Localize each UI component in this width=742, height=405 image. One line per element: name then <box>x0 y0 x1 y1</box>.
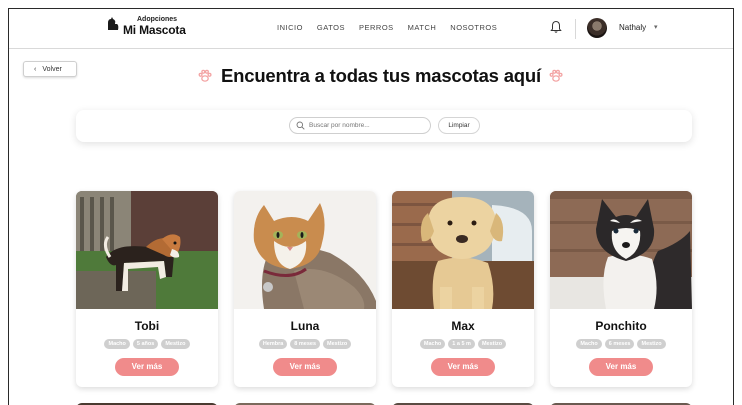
view-more-button[interactable]: Ver más <box>273 358 337 376</box>
pet-tag-age: 5 años <box>132 339 159 349</box>
top-navigation-bar: Adopciones Mi Mascota INICIO GATOS PERRO… <box>9 9 733 49</box>
pet-photo <box>550 191 692 309</box>
clear-button[interactable]: Limpiar <box>438 117 480 134</box>
brand-tagline: Adopciones <box>137 16 178 23</box>
search-icon <box>296 117 309 135</box>
main-nav: INICIO GATOS PERROS MATCH NOSOTROS <box>277 23 511 32</box>
pet-tags: Macho 6 meses Mestizo <box>550 339 692 349</box>
pet-tag-breed: Mestizo <box>477 339 507 349</box>
pet-tag-age: 1 a 5 m <box>448 339 475 349</box>
pet-silhouette-icon <box>105 17 121 31</box>
pet-tags: Macho 5 años Mestizo <box>76 339 218 349</box>
search-input[interactable] <box>309 122 419 129</box>
nav-item-perros[interactable]: PERROS <box>359 23 394 32</box>
chevron-down-icon[interactable]: ▾ <box>654 23 658 31</box>
paw-icon <box>548 68 564 84</box>
pet-tag-age: 8 meses <box>290 339 321 349</box>
page-heading: Encuentra a todas tus mascotas aquí <box>197 65 564 87</box>
pet-photo <box>234 191 376 309</box>
pet-tag-sex: Macho <box>104 339 130 349</box>
pet-photo <box>392 191 534 309</box>
nav-item-gatos[interactable]: GATOS <box>317 23 345 32</box>
nav-item-nosotros[interactable]: NOSOTROS <box>450 23 497 32</box>
nav-item-match[interactable]: MATCH <box>408 23 437 32</box>
pet-name: Ponchito <box>595 319 647 333</box>
avatar[interactable] <box>587 18 607 38</box>
page-title: Encuentra a todas tus mascotas aquí <box>221 65 541 86</box>
pet-name: Tobi <box>134 319 160 333</box>
brand-logo[interactable]: Adopciones Mi Mascota <box>105 16 186 37</box>
pet-tags: Macho 1 a 5 m Mestizo <box>392 339 534 349</box>
paw-icon <box>197 68 213 84</box>
pet-card: Max Macho 1 a 5 m Mestizo Ver más <box>392 191 534 387</box>
back-button-label: Volver <box>42 65 62 73</box>
pet-card: Luna Hembra 8 meses Mestizo Ver más <box>234 191 376 387</box>
pet-tag-age: 6 meses <box>604 339 635 349</box>
pet-tag-breed: Mestizo <box>161 339 190 349</box>
chevron-left-icon: ‹ <box>34 65 37 73</box>
search-panel: Limpiar <box>76 110 692 142</box>
pet-tags: Hembra 8 meses Mestizo <box>234 339 376 349</box>
view-more-button[interactable]: Ver más <box>431 358 495 376</box>
back-button[interactable]: ‹ Volver <box>23 61 77 77</box>
view-more-button[interactable]: Ver más <box>115 358 179 376</box>
pet-name: Max <box>451 319 475 333</box>
brand-name: Mi Mascota <box>123 23 186 37</box>
pet-tag-sex: Macho <box>419 339 446 349</box>
pet-tag-sex: Hembra <box>258 339 288 349</box>
app-frame: Adopciones Mi Mascota INICIO GATOS PERRO… <box>8 8 734 405</box>
pet-tag-breed: Mestizo <box>323 339 352 349</box>
view-more-button[interactable]: Ver más <box>589 358 653 376</box>
divider <box>575 19 576 39</box>
pet-card: Tobi Macho 5 años Mestizo Ver más <box>76 191 218 387</box>
nav-item-inicio[interactable]: INICIO <box>277 23 303 32</box>
search-field[interactable] <box>289 117 431 134</box>
bell-icon[interactable] <box>550 20 562 34</box>
pet-photo <box>76 191 218 309</box>
user-name[interactable]: Nathaly <box>619 23 646 32</box>
pet-card: Ponchito Macho 6 meses Mestizo Ver más <box>550 191 692 387</box>
pet-name: Luna <box>290 319 320 333</box>
pet-tag-sex: Macho <box>576 339 602 349</box>
pet-tag-breed: Mestizo <box>637 339 666 349</box>
